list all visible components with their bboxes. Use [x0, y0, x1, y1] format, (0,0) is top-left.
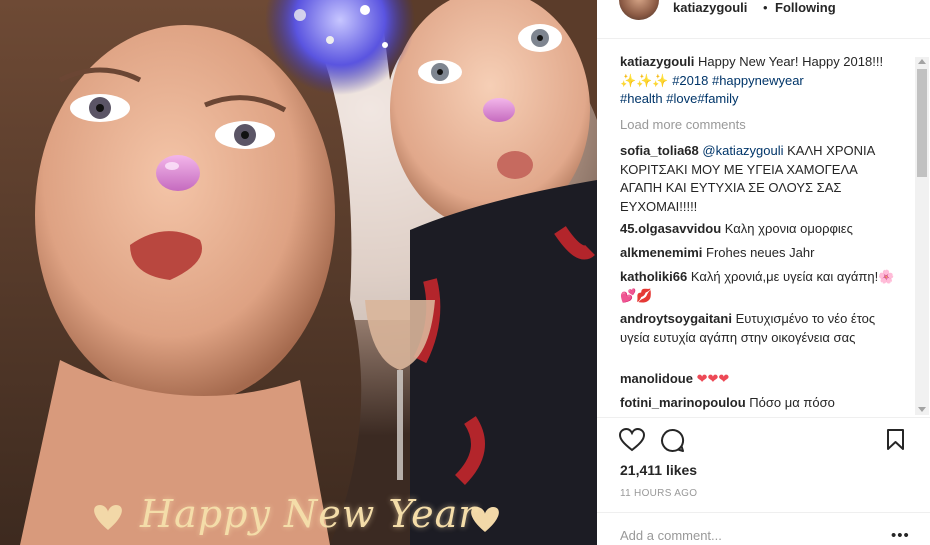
comment-username[interactable]: 45.olgasavvidou [620, 221, 721, 236]
avatar[interactable] [619, 0, 659, 20]
load-more-comments[interactable]: Load more comments [620, 116, 746, 135]
following-button[interactable]: Following [775, 0, 836, 15]
happy-new-year-overlay: Happy New Year [140, 492, 478, 536]
post-header: katiazygouli • Following [597, 0, 930, 39]
divider [597, 417, 930, 418]
comment-bubble-icon[interactable] [660, 428, 685, 453]
comment-item: fotini_marinopoulou Πόσο μα πόσο [620, 394, 902, 413]
comment-item: katholiki66 Καλή χρονιά,με υγεία και αγά… [620, 268, 902, 305]
heart-outline-icon[interactable] [619, 428, 645, 452]
comment-text: Καλη χρονια ομορφιες [724, 221, 853, 236]
post-time[interactable]: 11 HOURS AGO [620, 488, 697, 499]
hashtag-happynewyear[interactable]: #happynewyear [712, 73, 804, 88]
comment-item: manolidoue ❤❤❤ [620, 370, 902, 389]
caption-username[interactable]: katiazygouli [620, 54, 694, 69]
comment-username[interactable]: alkmenemimi [620, 245, 702, 260]
comment-item: 45.olgasavvidou Καλη χρονια ομορφιες [620, 220, 902, 239]
comment-item: androytsoygaitani Ευτυχισμένο το νέο έτο… [620, 310, 902, 347]
scroll-down-icon[interactable] [918, 407, 926, 412]
bookmark-icon[interactable] [886, 429, 905, 451]
header-separator: • [763, 0, 768, 15]
comment-username[interactable]: katholiki66 [620, 269, 687, 284]
add-comment-input[interactable]: Add a comment... [620, 528, 722, 543]
comment-username[interactable]: fotini_marinopoulou [620, 395, 746, 410]
comment-text: Frohes neues Jahr [706, 245, 815, 260]
scroll-up-icon[interactable] [918, 59, 926, 64]
selfie-image [0, 0, 597, 545]
comment-username[interactable]: manolidoue [620, 371, 693, 386]
comment-item: alkmenemimi Frohes neues Jahr [620, 244, 902, 263]
comments-scrollbar[interactable] [915, 57, 929, 415]
comment-username[interactable]: sofia_tolia68 [620, 143, 699, 158]
more-options-icon[interactable]: ••• [891, 527, 910, 544]
comment-hearts: ❤❤❤ [696, 371, 730, 386]
hashtag-love[interactable]: #love [666, 91, 697, 106]
comment-item: sofia_tolia68 @katiazygouli ΚΑΛΗ ΧΡΟΝΙΑ … [620, 142, 902, 216]
comment-text: Πόσο μα πόσο [749, 395, 835, 410]
header-username[interactable]: katiazygouli [673, 0, 747, 15]
comment-username[interactable]: androytsoygaitani [620, 311, 732, 326]
comments-list[interactable]: katiazygouli Happy New Year! Happy 2018!… [620, 50, 915, 416]
comment-mention[interactable]: @katiazygouli [702, 143, 783, 158]
hashtag-2018[interactable]: #2018 [672, 73, 708, 88]
likes-count[interactable]: 21,411 likes [620, 462, 697, 478]
post-photo[interactable]: Happy New Year [0, 0, 597, 545]
divider [597, 512, 930, 513]
hashtag-family[interactable]: #family [697, 91, 738, 106]
hashtag-health[interactable]: #health [620, 91, 663, 106]
caption: katiazygouli Happy New Year! Happy 2018!… [620, 53, 902, 109]
scroll-thumb[interactable] [917, 69, 927, 177]
post-side-panel: katiazygouli • Following katiazygouli Ha… [597, 0, 930, 545]
